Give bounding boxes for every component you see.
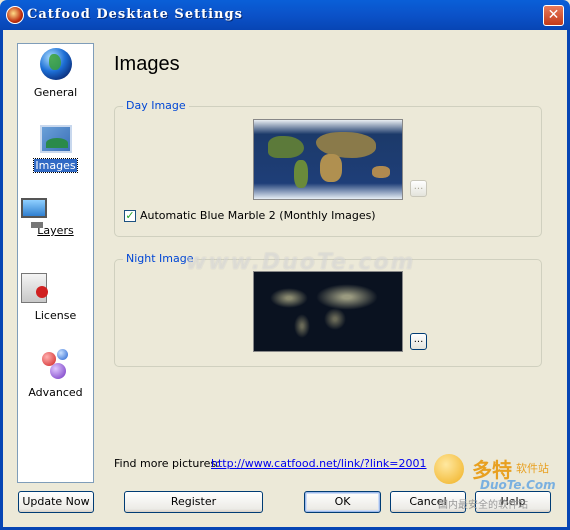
day-image-preview	[253, 119, 403, 200]
sidebar-item-label: License	[34, 309, 77, 322]
register-button[interactable]: Register	[124, 491, 263, 513]
sidebar-item-advanced[interactable]: Advanced	[18, 348, 93, 399]
window-title: Catfood Desktate Settings	[27, 7, 243, 22]
page-title: Images	[114, 53, 180, 75]
logo-foot-text: 国内最安全的软件站	[438, 500, 528, 511]
automatic-blue-marble-checkbox[interactable]: ✓	[124, 210, 136, 222]
automatic-blue-marble-label[interactable]: Automatic Blue Marble 2 (Monthly Images)	[140, 209, 376, 222]
sidebar-item-images[interactable]: Images	[18, 123, 93, 173]
certificate-icon	[21, 273, 48, 303]
molecule-icon	[40, 348, 72, 380]
watermark: www.DuoTe.com	[186, 250, 416, 275]
logo-mid-text: DuoTe.Com	[480, 478, 556, 492]
sidebar-item-license[interactable]: License	[18, 273, 93, 322]
day-image-legend: Day Image	[123, 99, 189, 112]
ok-button[interactable]: OK	[304, 491, 381, 513]
duote-logo: 多特 软件站 DuoTe.Com 国内最安全的软件站	[432, 452, 564, 512]
sidebar-item-general[interactable]: General	[18, 48, 93, 99]
sidebar-item-layers[interactable]: Layers	[18, 198, 93, 237]
logo-small-text: 软件站	[516, 462, 549, 475]
sidebar-item-label: Images	[33, 158, 78, 173]
sidebar-item-label: Advanced	[28, 386, 83, 399]
monitor-icon	[21, 198, 47, 228]
day-image-browse-button[interactable]: ...	[410, 180, 427, 197]
globe-icon	[39, 48, 72, 80]
sidebar: General Images Layers License Advanced	[17, 43, 94, 483]
sidebar-item-label: General	[33, 86, 78, 99]
close-button[interactable]: ✕	[543, 5, 564, 26]
picture-icon	[39, 125, 72, 153]
night-image-browse-button[interactable]: ...	[410, 333, 427, 350]
find-more-link[interactable]: http://www.catfood.net/link/?link=2001	[211, 457, 427, 470]
find-more-label: Find more pictures:	[114, 457, 220, 470]
logo-mascot-icon	[434, 454, 464, 484]
title-bar[interactable]: Catfood Desktate Settings ✕	[0, 0, 570, 30]
night-image-preview	[253, 271, 403, 352]
update-now-button[interactable]: Update Now	[18, 491, 94, 513]
app-icon	[6, 6, 24, 24]
